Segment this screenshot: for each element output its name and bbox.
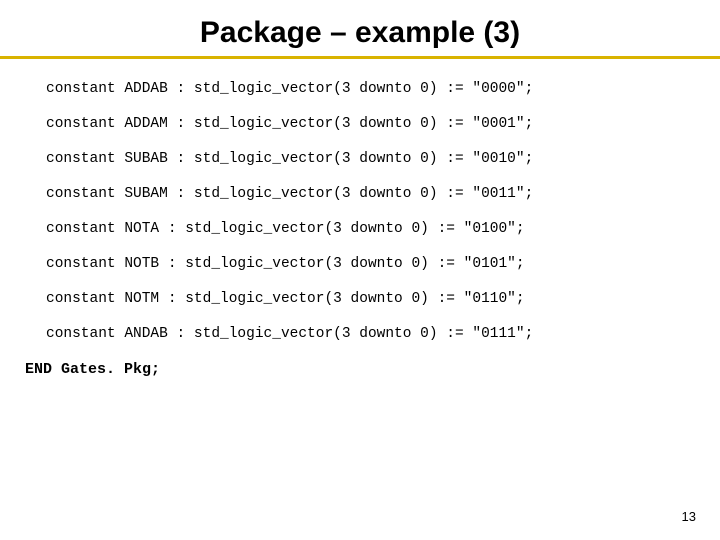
title-rule (0, 56, 720, 59)
page-number: 13 (682, 509, 696, 524)
code-line: constant NOTM : std_logic_vector(3 downt… (46, 291, 674, 307)
end-line: END Gates. Pkg; (25, 361, 690, 378)
slide-title: Package – example (3) (30, 16, 690, 50)
slide: Package – example (3) constant ADDAB : s… (0, 0, 720, 540)
code-line: constant ADDAM : std_logic_vector(3 down… (46, 116, 674, 132)
code-line: constant ADDAB : std_logic_vector(3 down… (46, 81, 674, 97)
code-line: constant NOTB : std_logic_vector(3 downt… (46, 256, 674, 272)
code-line: constant SUBAB : std_logic_vector(3 down… (46, 151, 674, 167)
code-line: constant SUBAM : std_logic_vector(3 down… (46, 186, 674, 202)
code-block: constant ADDAB : std_logic_vector(3 down… (30, 81, 690, 342)
code-line: constant ANDAB : std_logic_vector(3 down… (46, 326, 674, 342)
code-line: constant NOTA : std_logic_vector(3 downt… (46, 221, 674, 237)
